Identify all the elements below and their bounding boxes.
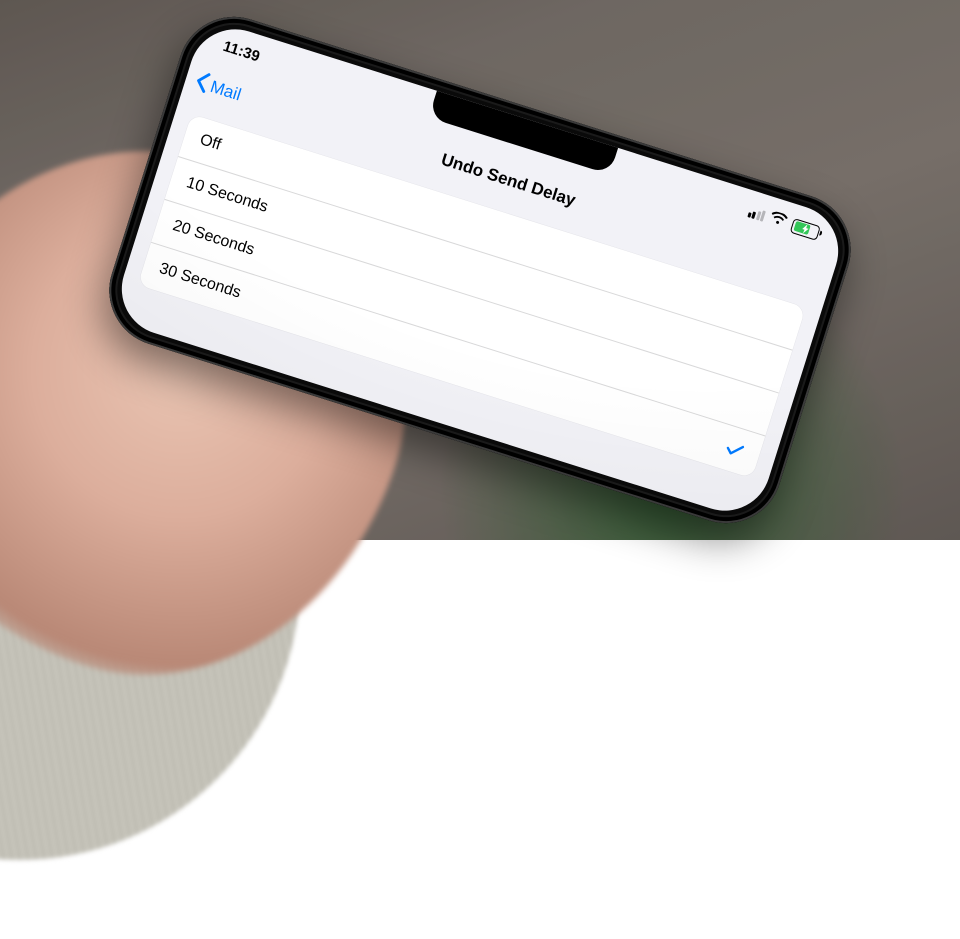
checkmark-icon [724,440,746,461]
status-time: 11:39 [221,37,262,65]
cellular-icon [747,206,766,221]
back-label: Mail [208,77,244,105]
battery-icon [790,218,821,241]
option-label: 30 Seconds [157,260,243,303]
status-indicators [746,203,821,241]
back-button[interactable]: Mail [182,66,245,109]
wifi-icon [768,210,789,231]
option-label: Off [197,131,222,154]
